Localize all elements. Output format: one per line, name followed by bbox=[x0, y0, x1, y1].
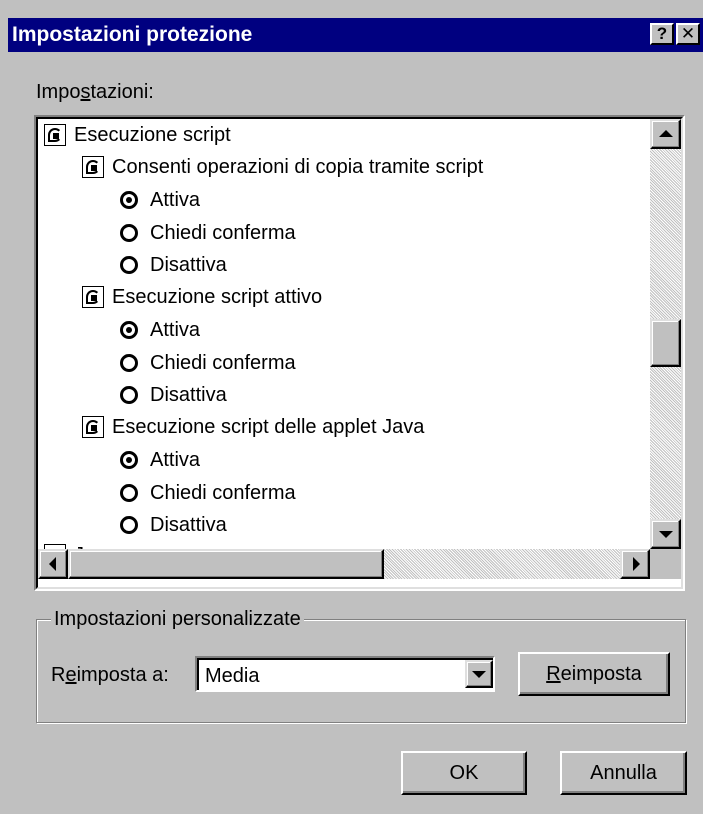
settings-tree[interactable]: Esecuzione script Consenti operazioni di… bbox=[38, 119, 650, 549]
tree-category-label: Java bbox=[74, 539, 116, 549]
radio-option-prompt[interactable]: Chiedi conferma bbox=[120, 477, 296, 509]
script-settings-icon bbox=[82, 286, 104, 308]
radio-label: Disattiva bbox=[150, 384, 227, 406]
radio-button[interactable] bbox=[120, 256, 138, 274]
radio-option-enable[interactable]: Attiva bbox=[120, 314, 200, 346]
radio-label: Attiva bbox=[150, 189, 201, 211]
script-settings-icon bbox=[82, 156, 104, 178]
close-button[interactable]: ✕ bbox=[676, 23, 700, 45]
horizontal-scroll-thumb[interactable] bbox=[68, 549, 384, 579]
arrow-right-icon bbox=[633, 557, 640, 571]
radio-option-enable[interactable]: Attiva bbox=[120, 444, 200, 476]
scrollbar-corner bbox=[650, 549, 681, 579]
radio-label: Disattiva bbox=[150, 254, 227, 276]
reset-to-label: Reimposta a: bbox=[51, 664, 169, 686]
title-bar: Impostazioni protezione ? ✕ bbox=[8, 18, 703, 52]
radio-option-disable[interactable]: Disattiva bbox=[120, 249, 227, 281]
radio-button[interactable] bbox=[120, 484, 138, 502]
window-title: Impostazioni protezione bbox=[12, 23, 253, 46]
radio-button[interactable] bbox=[120, 516, 138, 534]
radio-button-checked[interactable] bbox=[120, 451, 138, 469]
reset-level-value: Media bbox=[205, 665, 260, 687]
arrow-up-icon bbox=[659, 130, 673, 137]
radio-label: Chiedi conferma bbox=[150, 482, 296, 504]
reset-button[interactable]: Reimposta bbox=[518, 652, 670, 696]
tree-setting-copy-via-script[interactable]: Consenti operazioni di copia tramite scr… bbox=[82, 151, 483, 183]
script-settings-icon bbox=[82, 416, 104, 438]
settings-tree-listbox[interactable]: Esecuzione script Consenti operazioni di… bbox=[34, 115, 685, 591]
group-legend: Impostazioni personalizzate bbox=[51, 607, 304, 631]
cancel-button[interactable]: Annulla bbox=[560, 751, 687, 795]
tree-setting-active-scripting[interactable]: Esecuzione script attivo bbox=[82, 281, 322, 313]
radio-option-disable[interactable]: Disattiva bbox=[120, 509, 227, 541]
scroll-down-button[interactable] bbox=[650, 519, 681, 549]
tree-category-java[interactable]: Java bbox=[44, 539, 116, 549]
radio-button[interactable] bbox=[120, 386, 138, 404]
ok-button[interactable]: OK bbox=[401, 751, 527, 795]
horizontal-scrollbar[interactable] bbox=[38, 549, 650, 579]
radio-button[interactable] bbox=[120, 354, 138, 372]
tree-setting-label: Esecuzione script attivo bbox=[112, 286, 323, 308]
tree-category-scripting[interactable]: Esecuzione script bbox=[44, 119, 231, 151]
help-button[interactable]: ? bbox=[650, 23, 674, 45]
scroll-right-button[interactable] bbox=[620, 549, 650, 579]
tree-setting-label: Esecuzione script delle applet Java bbox=[112, 416, 425, 438]
radio-label: Attiva bbox=[150, 449, 201, 471]
arrow-down-icon bbox=[659, 531, 673, 538]
radio-button[interactable] bbox=[120, 224, 138, 242]
radio-option-enable[interactable]: Attiva bbox=[120, 184, 200, 216]
tree-setting-label: Consenti operazioni di copia tramite scr… bbox=[112, 156, 484, 178]
radio-label: Disattiva bbox=[150, 514, 227, 536]
vertical-scrollbar[interactable] bbox=[650, 119, 681, 549]
dropdown-button[interactable] bbox=[465, 660, 493, 688]
radio-button-checked[interactable] bbox=[120, 191, 138, 209]
vertical-scroll-thumb[interactable] bbox=[650, 319, 681, 367]
reset-level-select[interactable]: Media bbox=[195, 656, 495, 692]
chevron-down-icon bbox=[472, 671, 486, 678]
radio-label: Attiva bbox=[150, 319, 201, 341]
scroll-left-button[interactable] bbox=[38, 549, 68, 579]
settings-label: Impostazioni: bbox=[36, 81, 154, 103]
security-settings-dialog: Impostazioni protezione ? ✕ Impostazioni… bbox=[0, 0, 703, 814]
radio-label: Chiedi conferma bbox=[150, 222, 296, 244]
radio-button-checked[interactable] bbox=[120, 321, 138, 339]
tree-setting-java-applet-scripting[interactable]: Esecuzione script delle applet Java bbox=[82, 411, 424, 443]
radio-option-disable[interactable]: Disattiva bbox=[120, 379, 227, 411]
arrow-left-icon bbox=[49, 557, 56, 571]
radio-label: Chiedi conferma bbox=[150, 352, 296, 374]
radio-option-prompt[interactable]: Chiedi conferma bbox=[120, 217, 296, 249]
radio-option-prompt[interactable]: Chiedi conferma bbox=[120, 347, 296, 379]
custom-settings-group: Impostazioni personalizzate Reimposta a:… bbox=[36, 607, 686, 723]
script-settings-icon bbox=[44, 124, 66, 146]
tree-category-label: Esecuzione script bbox=[74, 124, 231, 146]
scroll-up-button[interactable] bbox=[650, 119, 681, 149]
